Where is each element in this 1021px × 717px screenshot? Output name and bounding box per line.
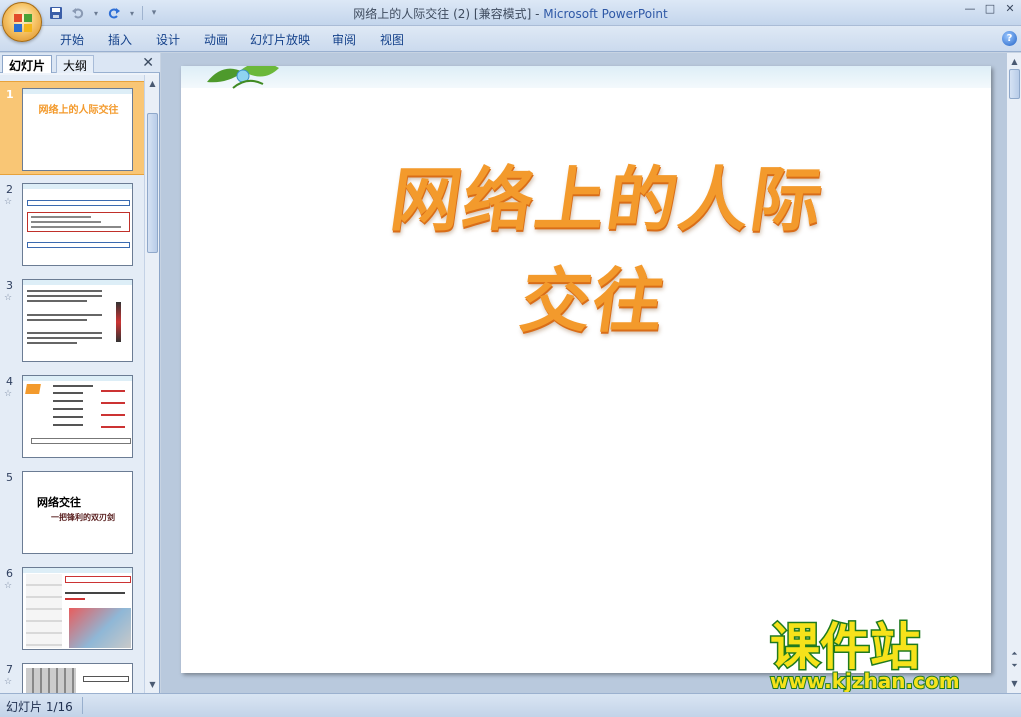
pane-tabs: 幻灯片 大纲 ✕: [0, 53, 160, 73]
separator: [82, 697, 83, 714]
animation-star-icon: ☆: [4, 677, 13, 687]
slide-thumbnail-1[interactable]: 1 网络上的人际交往: [0, 81, 144, 175]
slide-preview: [22, 183, 133, 266]
ribbon-tabs: 开始 插入 设计 动画 幻灯片放映 审阅 视图 ?: [0, 26, 1021, 52]
slide-number: 2: [6, 183, 13, 196]
slide-number: 5: [6, 471, 13, 484]
slide-counter: 幻灯片 1/16: [6, 700, 73, 714]
office-logo-icon: [14, 14, 32, 32]
close-pane-icon[interactable]: ✕: [142, 55, 154, 71]
slide-number: 1: [6, 88, 14, 101]
scroll-up-icon[interactable]: ▲: [1008, 55, 1021, 68]
slide-preview: [22, 567, 133, 650]
slide-editor: 网络上的人际交往: [161, 53, 1006, 693]
tab-home[interactable]: 开始: [48, 30, 96, 49]
close-button[interactable]: ✕: [1003, 2, 1017, 16]
slide-preview-title: 网络交往: [37, 496, 81, 509]
slide-thumbnail-4[interactable]: 4 ☆: [0, 369, 144, 463]
tab-design[interactable]: 设计: [144, 30, 192, 49]
app-name: Microsoft PowerPoint: [543, 7, 668, 21]
slide-preview-subtitle: 一把锋利的双刃剑: [51, 512, 115, 522]
slide-thumbnail-list: 1 网络上的人际交往 2 ☆ 3 ☆ 4 ☆ 5 网络交往 一把锋利的双刃剑 6…: [0, 75, 144, 693]
slide-number: 3: [6, 279, 13, 292]
svg-text:课件站: 课件站: [770, 618, 920, 676]
slide-preview: [22, 375, 133, 458]
slide-number: 4: [6, 375, 13, 388]
slides-pane-scrollbar[interactable]: ▲ ▼: [144, 75, 159, 693]
status-bar: 幻灯片 1/16: [0, 693, 1021, 717]
animation-star-icon: ☆: [4, 293, 13, 303]
slide-thumbnail-3[interactable]: 3 ☆: [0, 273, 144, 367]
slide-preview: 网络上的人际交往: [22, 88, 133, 171]
document-title: 网络上的人际交往 (2) [兼容模式] -: [353, 7, 544, 21]
window-title: 网络上的人际交往 (2) [兼容模式] - Microsoft PowerPoi…: [0, 5, 1021, 22]
slide-thumbnail-2[interactable]: 2 ☆: [0, 177, 144, 271]
slide-preview: [22, 663, 133, 693]
kjzhan-watermark-logo: 课件站 www.kjzhan.com: [769, 617, 961, 693]
slides-pane: 幻灯片 大纲 ✕ 1 网络上的人际交往 2 ☆ 3 ☆ 4 ☆ 5 网络交往 一…: [0, 53, 160, 693]
help-icon[interactable]: ?: [1002, 31, 1017, 46]
scrollbar-thumb[interactable]: [147, 113, 158, 253]
animation-star-icon: ☆: [4, 581, 13, 591]
leaf-decoration-icon: [207, 66, 279, 89]
svg-text:www.kjzhan.com: www.kjzhan.com: [770, 669, 960, 692]
slide-title[interactable]: 网络上的人际交往: [337, 144, 865, 346]
slide-preview: 网络交往 一把锋利的双刃剑: [22, 471, 133, 554]
animation-star-icon: ☆: [4, 197, 13, 207]
editor-scrollbar[interactable]: ▲ ⏶ ⏷ ▼: [1006, 53, 1021, 693]
window-controls: — □ ✕: [963, 2, 1017, 16]
tab-insert[interactable]: 插入: [96, 30, 144, 49]
slide-thumbnail-5[interactable]: 5 网络交往 一把锋利的双刃剑: [0, 465, 144, 559]
office-button[interactable]: [2, 2, 42, 42]
slide-preview: [22, 279, 133, 362]
tab-animations[interactable]: 动画: [192, 30, 240, 49]
animation-star-icon: ☆: [4, 389, 13, 399]
next-slide-icon[interactable]: ⏷: [1008, 659, 1021, 672]
slide-thumbnail-6[interactable]: 6 ☆: [0, 561, 144, 655]
tab-slides[interactable]: 幻灯片: [2, 55, 53, 73]
slide-number: 6: [6, 567, 13, 580]
maximize-button[interactable]: □: [983, 2, 997, 16]
tab-view[interactable]: 视图: [368, 30, 416, 49]
scroll-down-icon[interactable]: ▼: [146, 678, 159, 691]
slide-thumbnail-7[interactable]: 7 ☆: [0, 657, 144, 693]
tab-review[interactable]: 审阅: [320, 30, 368, 49]
tab-outline[interactable]: 大纲: [56, 55, 95, 73]
scroll-down-icon[interactable]: ▼: [1008, 677, 1021, 690]
slide-header-banner: [181, 66, 991, 88]
scroll-up-icon[interactable]: ▲: [146, 77, 159, 90]
title-bar: ▾ ▾ ▾ 网络上的人际交往 (2) [兼容模式] - Microsoft Po…: [0, 0, 1021, 26]
tab-slideshow[interactable]: 幻灯片放映: [240, 30, 320, 49]
slide-number: 7: [6, 663, 13, 676]
slide-canvas[interactable]: 网络上的人际交往: [181, 66, 991, 673]
scrollbar-thumb[interactable]: [1009, 69, 1020, 99]
minimize-button[interactable]: —: [963, 2, 977, 16]
slide-preview-title: 网络上的人际交往: [38, 105, 119, 116]
